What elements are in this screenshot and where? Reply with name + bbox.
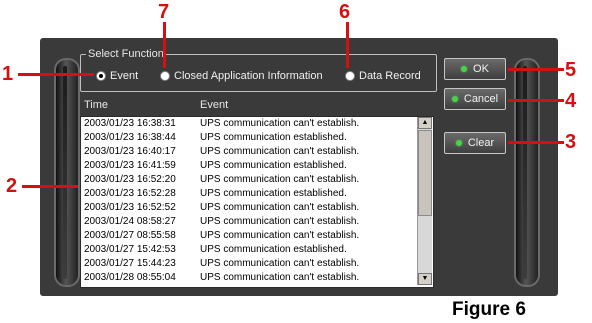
row-event: UPS communication can't establish. xyxy=(200,118,360,129)
list-item[interactable]: 2003/01/23 16:40:17 UPS communication can… xyxy=(81,145,433,159)
row-event: UPS communication established. xyxy=(200,188,347,199)
callout-3: 3 xyxy=(565,131,577,153)
callout-4: 4 xyxy=(565,90,577,112)
radio-closed-application-information[interactable]: Closed Application Information xyxy=(160,69,323,83)
clear-button[interactable]: Clear xyxy=(444,132,506,154)
scroll-thumb[interactable] xyxy=(418,130,432,216)
scroll-down-arrow-icon[interactable]: ▼ xyxy=(418,273,432,285)
radio-unselected-icon xyxy=(160,71,170,81)
row-time: 2003/01/27 15:42:53 xyxy=(84,244,176,255)
list-item[interactable]: 2003/01/28 08:55:04 UPS communication can… xyxy=(81,271,433,285)
row-time: 2003/01/23 16:52:20 xyxy=(84,174,176,185)
callout-line-4 xyxy=(508,99,564,102)
list-item[interactable]: 2003/01/27 08:55:58 UPS communication can… xyxy=(81,229,433,243)
callout-line-3 xyxy=(508,141,564,144)
list-item[interactable]: 2003/01/23 16:52:20 UPS communication can… xyxy=(81,173,433,187)
list-item[interactable]: 2003/01/23 16:52:52 UPS communication can… xyxy=(81,201,433,215)
left-handle xyxy=(54,58,80,287)
row-event: UPS communication can't establish. xyxy=(200,230,360,241)
column-header-event: Event xyxy=(200,99,229,111)
callout-line-5 xyxy=(508,68,564,71)
row-time: 2003/01/23 16:41:59 xyxy=(84,160,176,171)
cancel-button-label: Cancel xyxy=(463,93,499,105)
radio-closed-label: Closed Application Information xyxy=(174,70,323,82)
callout-2: 2 xyxy=(6,175,18,197)
row-time: 2003/01/27 15:44:23 xyxy=(84,258,176,269)
list-item[interactable]: 2003/01/27 15:42:53 UPS communication est… xyxy=(81,243,433,257)
scroll-up-arrow-icon[interactable]: ▲ xyxy=(418,117,432,129)
callout-line-7 xyxy=(163,22,166,68)
callout-5: 5 xyxy=(565,59,577,81)
row-time: 2003/01/23 16:38:31 xyxy=(84,118,176,129)
row-time: 2003/01/23 16:52:52 xyxy=(84,202,176,213)
callout-line-2 xyxy=(22,185,78,188)
callout-line-6 xyxy=(346,22,349,68)
row-time: 2003/01/23 16:38:44 xyxy=(84,132,176,143)
row-event: UPS communication established. xyxy=(200,132,347,143)
callout-1: 1 xyxy=(2,63,14,85)
column-header-time: Time xyxy=(84,99,109,111)
right-handle xyxy=(514,58,540,287)
led-icon xyxy=(451,96,458,102)
ok-button-label: OK xyxy=(473,63,489,75)
row-time: 2003/01/23 16:52:28 xyxy=(84,188,176,199)
event-list[interactable]: 2003/01/23 16:38:31 UPS communication can… xyxy=(80,116,434,288)
row-event: UPS communication established. xyxy=(200,160,347,171)
callout-7: 7 xyxy=(158,1,170,23)
radio-data-record[interactable]: Data Record xyxy=(345,69,421,83)
led-icon xyxy=(455,140,462,146)
cancel-button[interactable]: Cancel xyxy=(444,88,506,110)
select-function-legend: Select Function xyxy=(86,47,166,61)
row-event: UPS communication can't establish. xyxy=(200,258,360,269)
row-time: 2003/01/28 08:55:04 xyxy=(84,272,176,283)
row-event: UPS communication can't establish. xyxy=(200,146,360,157)
callout-line-1 xyxy=(18,73,94,76)
radio-unselected-icon xyxy=(345,71,355,81)
radio-event-label: Event xyxy=(110,70,139,82)
row-time: 2003/01/24 08:58:27 xyxy=(84,216,176,227)
row-event: UPS communication can't establish. xyxy=(200,202,360,213)
led-icon xyxy=(461,66,468,72)
radio-data-label: Data Record xyxy=(359,70,421,82)
list-item[interactable]: 2003/01/23 16:41:59 UPS communication est… xyxy=(81,159,433,173)
row-event: UPS communication can't establish. xyxy=(200,272,360,283)
row-event: UPS communication can't establish. xyxy=(200,216,360,227)
vertical-scrollbar[interactable]: ▲ ▼ xyxy=(417,117,432,285)
figure-caption: Figure 6 xyxy=(452,299,526,320)
row-event: UPS communication can't establish. xyxy=(200,174,360,185)
row-event: UPS communication established. xyxy=(200,244,347,255)
row-time: 2003/01/27 08:55:58 xyxy=(84,230,176,241)
row-time: 2003/01/23 16:40:17 xyxy=(84,146,176,157)
radio-event[interactable]: Event xyxy=(96,69,138,83)
list-item[interactable]: 2003/01/27 15:44:23 UPS communication can… xyxy=(81,257,433,271)
list-item[interactable]: 2003/01/23 16:38:44 UPS communication est… xyxy=(81,131,433,145)
list-item[interactable]: 2003/01/24 08:58:27 UPS communication can… xyxy=(81,215,433,229)
list-item[interactable]: 2003/01/23 16:52:28 UPS communication est… xyxy=(81,187,433,201)
clear-button-label: Clear xyxy=(467,137,495,149)
radio-selected-icon xyxy=(96,71,106,81)
list-item[interactable]: 2003/01/23 16:38:31 UPS communication can… xyxy=(81,117,433,131)
callout-6: 6 xyxy=(339,1,351,23)
ok-button[interactable]: OK xyxy=(444,58,506,80)
